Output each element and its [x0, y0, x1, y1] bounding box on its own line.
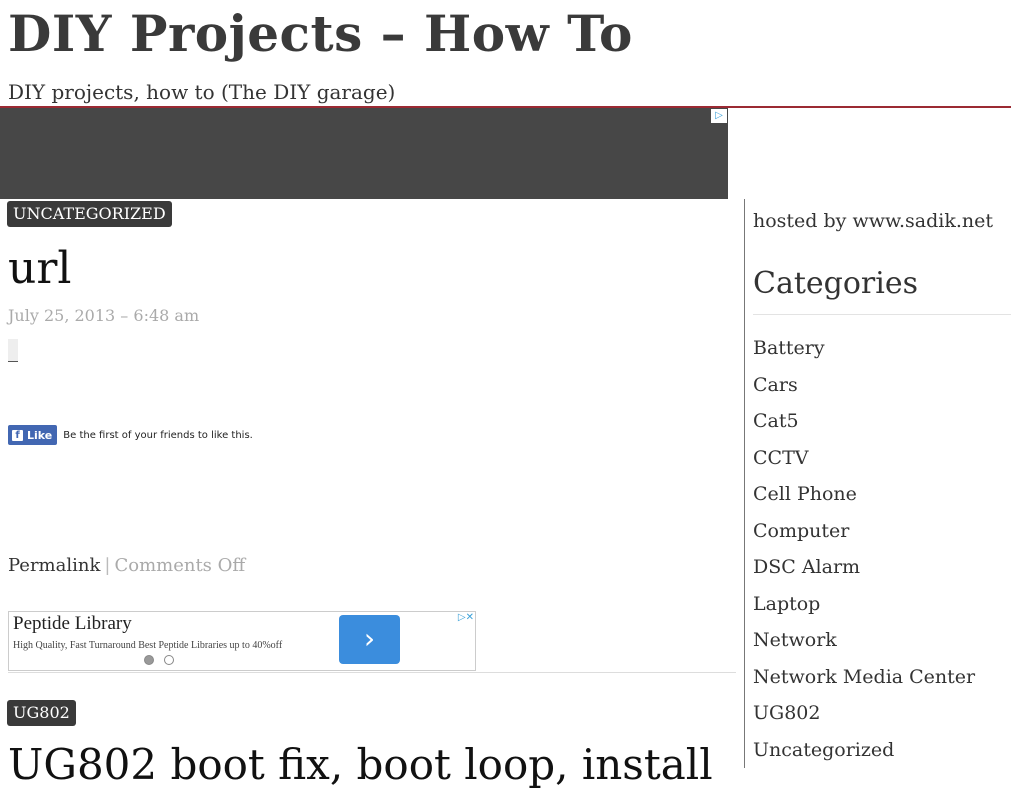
site-title[interactable]: DIY Projects – How To — [8, 4, 633, 63]
category-link-ug802[interactable]: UG802 — [753, 702, 820, 724]
category-link-network[interactable]: Network — [753, 629, 837, 651]
ad-close-icon[interactable]: ▷✕ — [458, 612, 474, 623]
chevron-right-icon[interactable]: › — [339, 615, 400, 664]
comments-status: Comments Off — [114, 555, 246, 576]
post-date: July 25, 2013 – 6:48 am — [8, 306, 200, 325]
ad-description: High Quality, Fast Turnaround Best Pepti… — [13, 640, 283, 651]
meta-separator: | — [104, 555, 111, 576]
category-link-cat5[interactable]: Cat5 — [753, 410, 799, 432]
category-list: Battery Cars Cat5 CCTV Cell Phone Comput… — [753, 335, 975, 773]
facebook-like-button[interactable]: f Like — [8, 425, 58, 445]
facebook-like-widget: f Like Be the first of your friends to l… — [8, 425, 253, 445]
list-item: Network — [753, 627, 975, 664]
post-meta: Permalink | Comments Off — [8, 555, 245, 576]
list-item: Battery — [753, 335, 975, 372]
post-title[interactable]: UG802 boot fix, boot loop, install — [8, 740, 713, 789]
category-link-cell-phone[interactable]: Cell Phone — [753, 483, 857, 505]
category-link-uncategorized[interactable]: Uncategorized — [753, 739, 894, 761]
facebook-like-label: Like — [27, 428, 53, 442]
list-item: CCTV — [753, 445, 975, 482]
list-item: DSC Alarm — [753, 554, 975, 591]
facebook-icon: f — [12, 429, 23, 441]
facebook-like-text: Be the first of your friends to like thi… — [63, 429, 253, 441]
category-link-cctv[interactable]: CCTV — [753, 447, 808, 469]
list-item: Cars — [753, 372, 975, 409]
ad-banner[interactable]: ▷ — [0, 108, 728, 199]
category-link-battery[interactable]: Battery — [753, 337, 825, 359]
categories-heading: Categories — [753, 266, 918, 301]
widget-divider — [753, 314, 1011, 315]
list-item: UG802 — [753, 700, 975, 737]
permalink-link[interactable]: Permalink — [8, 555, 100, 576]
category-badge[interactable]: UNCATEGORIZED — [7, 201, 172, 227]
carousel-dot-1[interactable] — [144, 655, 154, 665]
list-item: Cell Phone — [753, 481, 975, 518]
post-content-placeholder — [8, 339, 18, 362]
carousel-dot-2[interactable] — [164, 655, 174, 665]
hosted-by-text: hosted by www.sadik.net — [753, 210, 994, 232]
category-link-computer[interactable]: Computer — [753, 520, 849, 542]
post-title[interactable]: url — [8, 243, 71, 294]
category-link-network-media-center[interactable]: Network Media Center — [753, 666, 975, 688]
category-link-cars[interactable]: Cars — [753, 374, 798, 396]
sidebar-divider — [744, 199, 745, 768]
category-link-dsc-alarm[interactable]: DSC Alarm — [753, 556, 860, 578]
list-item: Cat5 — [753, 408, 975, 445]
text-ad[interactable]: Peptide Library High Quality, Fast Turna… — [8, 611, 476, 671]
post-divider — [8, 672, 736, 673]
category-link-laptop[interactable]: Laptop — [753, 593, 820, 615]
list-item: Laptop — [753, 591, 975, 628]
ad-title[interactable]: Peptide Library — [13, 613, 132, 635]
category-badge[interactable]: UG802 — [7, 700, 76, 726]
list-item: Computer — [753, 518, 975, 555]
site-tagline: DIY projects, how to (The DIY garage) — [8, 80, 396, 104]
ad-choices-icon[interactable]: ▷ — [711, 109, 727, 123]
list-item: Network Media Center — [753, 664, 975, 701]
